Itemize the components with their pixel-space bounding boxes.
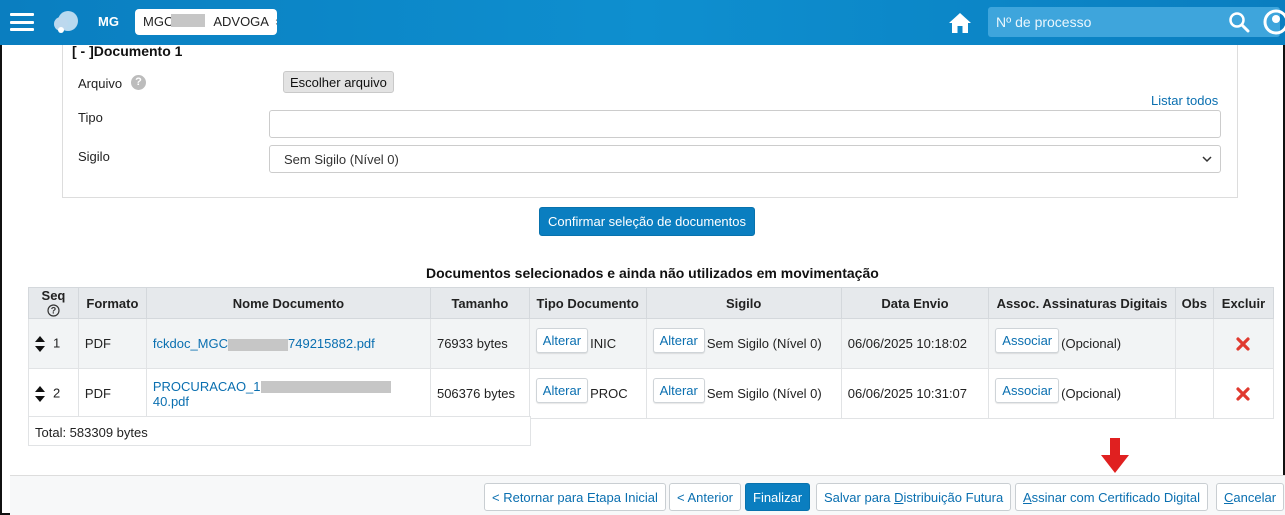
profile-prefix: MGC [143, 14, 174, 29]
profile-suffix: ADVOGA [213, 14, 269, 29]
seq-cell: 1 [28, 318, 79, 369]
confirm-selection-button[interactable]: Confirmar seleção de documentos [539, 207, 755, 236]
choose-file-button[interactable]: Escolher arquivo [283, 71, 394, 93]
header-doc-type: Tipo Documento [528, 287, 647, 319]
change-type-button[interactable]: Alterar [535, 328, 589, 353]
header-secrecy: Sigilo [645, 287, 842, 319]
sort-icon[interactable] [35, 334, 45, 354]
secrecy-label: Sigilo [78, 149, 110, 164]
file-label: Arquivo [78, 76, 123, 91]
size-cell: 506376 bytes [429, 368, 530, 419]
header-size: Tamanho [429, 287, 530, 319]
previous-button[interactable]: < Anterior [669, 483, 742, 511]
delete-cell [1212, 368, 1275, 419]
top-navigation-bar: MG MGC ADVOGA ⬍ [0, 0, 1285, 45]
header-obs: Obs [1174, 287, 1214, 319]
change-type-button[interactable]: Alterar [535, 378, 589, 403]
name-cell: fckdoc_MGC 749215882.pdf [145, 318, 431, 369]
cancel-button[interactable]: Cancelar [1216, 483, 1285, 511]
process-search [988, 7, 1280, 37]
doc-type-cell: Alterar PROC [528, 368, 647, 419]
header-format: Formato [77, 287, 147, 319]
seq-cell: 2 [28, 368, 79, 419]
name-cell: PROCURACAO_140.pdf [145, 368, 431, 419]
list-all-link[interactable]: Listar todos [1151, 93, 1218, 108]
document-link[interactable]: fckdoc_MGC 749215882.pdf [153, 336, 375, 351]
document-link[interactable]: PROCURACAO_140.pdf [153, 379, 391, 409]
search-icon[interactable] [1228, 11, 1250, 33]
sign-digital-certificate-button[interactable]: Assinar com Certificado Digital [1015, 483, 1209, 511]
back-to-initial-button[interactable]: < Retornar para Etapa Inicial [484, 483, 666, 511]
date-cell: 06/06/2025 10:31:07 [840, 368, 990, 419]
select-arrow-icon: ⬍ [274, 17, 277, 29]
sort-icon[interactable] [35, 384, 45, 404]
date-cell: 06/06/2025 10:18:02 [840, 318, 990, 369]
document-legend[interactable]: [ - ]Documento 1 [72, 45, 182, 59]
obs-cell [1174, 368, 1214, 419]
redaction-block [171, 14, 205, 27]
user-icon[interactable] [1262, 7, 1285, 37]
header-signatures: Assoc. Assinaturas Digitais [988, 287, 1176, 319]
total-size: Total: 583309 bytes [28, 416, 531, 446]
help-icon[interactable]: ? [47, 304, 60, 317]
secrecy-cell: Alterar Sem Sigilo (Nível 0) [645, 318, 842, 369]
save-future-distribution-button[interactable]: Salvar para Distribuição Futura [816, 483, 1012, 511]
header-date: Data Envio [840, 287, 990, 319]
change-secrecy-button[interactable]: Alterar [652, 328, 705, 353]
close-icon[interactable] [1236, 336, 1251, 351]
home-icon[interactable] [948, 12, 972, 34]
format-cell: PDF [77, 318, 147, 369]
chevron-down-icon [1202, 156, 1212, 163]
obs-cell [1174, 318, 1214, 369]
associate-button[interactable]: Associar [995, 328, 1060, 353]
type-input[interactable] [269, 110, 1221, 138]
secrecy-select[interactable]: Sem Sigilo (Nível 0) [269, 145, 1221, 173]
header-seq[interactable]: Seq ? [28, 287, 79, 319]
header-name: Nome Documento [145, 287, 431, 319]
hamburger-icon[interactable] [10, 13, 34, 31]
type-label: Tipo [78, 110, 103, 125]
svg-text:?: ? [51, 306, 57, 316]
table-header-row: Seq ? Formato Nome Documento Tamanho Tip… [28, 287, 1275, 319]
profile-select[interactable]: MGC ADVOGA ⬍ [135, 9, 277, 35]
doc-type-cell: Alterar INIC [528, 318, 647, 369]
redaction-block [260, 381, 391, 394]
secrecy-select-value: Sem Sigilo (Nível 0) [284, 152, 399, 167]
format-cell: PDF [77, 368, 147, 419]
size-cell: 76933 bytes [429, 318, 530, 369]
finish-button[interactable]: Finalizar [745, 483, 811, 511]
redaction-block [228, 338, 289, 351]
table-row: 2 PDF PROCURACAO_140.pdf 506376 bytes Al… [28, 368, 1275, 419]
close-icon[interactable] [1236, 386, 1251, 401]
associate-button[interactable]: Associar [995, 378, 1060, 403]
arrow-down-icon [1101, 438, 1129, 473]
state-label: MG [98, 14, 119, 29]
help-icon[interactable]: ? [131, 75, 146, 90]
table-title: Documentos selecionados e ainda não util… [426, 265, 879, 281]
signatures-cell: Associar (Opcional) [988, 318, 1176, 369]
signatures-cell: Associar (Opcional) [988, 368, 1176, 419]
delete-cell [1212, 318, 1275, 369]
table-row: 1 PDF fckdoc_MGC 749215882.pdf 76933 byte… [28, 318, 1275, 369]
change-secrecy-button[interactable]: Alterar [652, 378, 705, 403]
documents-table: Seq ? Formato Nome Documento Tamanho Tip… [28, 287, 1275, 419]
app-logo-icon [54, 11, 78, 33]
secrecy-cell: Alterar Sem Sigilo (Nível 0) [645, 368, 842, 419]
process-number-input[interactable] [988, 7, 1228, 37]
header-delete: Excluir [1212, 287, 1275, 319]
